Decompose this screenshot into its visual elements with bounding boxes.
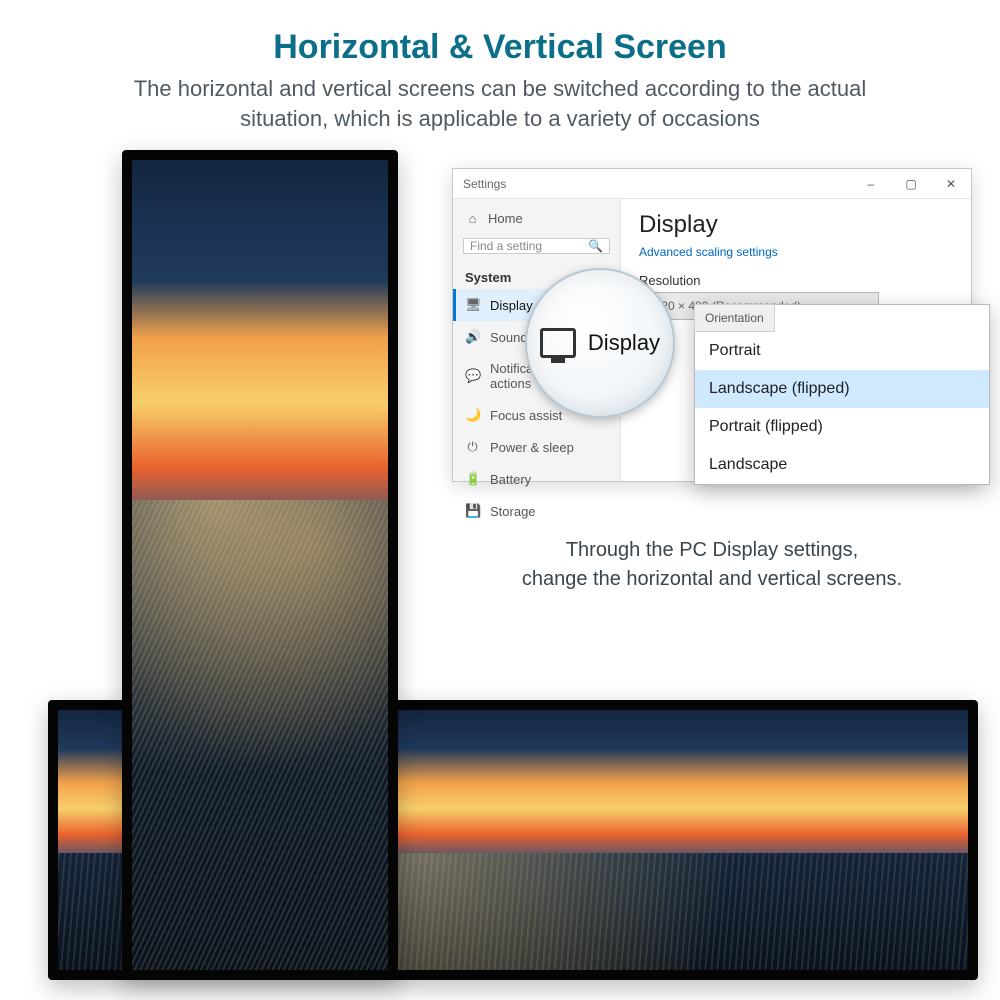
orientation-label: Orientation <box>694 304 775 332</box>
hero-title: Horizontal & Vertical Screen <box>0 28 1000 67</box>
sound-icon: 🔊 <box>465 329 480 345</box>
device-vertical <box>122 150 398 980</box>
sidebar-item-power-sleep[interactable]: ⏻ Power & sleep <box>453 431 620 463</box>
city-lights <box>132 500 388 970</box>
sidebar-item-label: Display <box>490 298 533 313</box>
sidebar-home[interactable]: ⌂ Home <box>453 205 620 232</box>
settings-search-placeholder: Find a setting <box>470 239 542 253</box>
settings-search-input[interactable]: Find a setting 🔍 <box>463 238 610 254</box>
sidebar-item-label: Power & sleep <box>490 440 574 455</box>
sidebar-item-storage[interactable]: 💾 Storage <box>453 495 620 527</box>
orientation-option-landscape-flipped[interactable]: Landscape (flipped) <box>695 370 989 408</box>
orientation-option-portrait-flipped[interactable]: Portrait (flipped) <box>695 408 989 446</box>
display-icon: 🖥 <box>465 297 480 313</box>
orientation-dropdown: Orientation Portrait Landscape (flipped)… <box>694 304 990 485</box>
sidebar-item-label: Battery <box>490 472 531 487</box>
notifications-icon: 💬 <box>465 368 480 384</box>
monitor-icon <box>540 328 576 358</box>
magnifier-label: Display <box>588 330 660 356</box>
content-heading: Display <box>639 211 953 239</box>
orientation-option-portrait[interactable]: Portrait <box>695 332 989 370</box>
settings-window-title: Settings <box>463 177 506 191</box>
search-icon: 🔍 <box>588 239 603 253</box>
orientation-option-landscape[interactable]: Landscape <box>695 446 989 484</box>
window-minimize-button[interactable]: – <box>851 169 891 199</box>
resolution-label: Resolution <box>639 273 953 288</box>
sidebar-item-label: Storage <box>490 504 536 519</box>
sidebar-item-label: Sound <box>490 330 528 345</box>
magnifier-bubble: Display <box>525 268 675 418</box>
hero-subtitle: The horizontal and vertical screens can … <box>110 74 890 133</box>
advanced-scaling-link[interactable]: Advanced scaling settings <box>639 245 953 259</box>
battery-icon: 🔋 <box>465 471 480 487</box>
power-icon: ⏻ <box>465 439 480 455</box>
storage-icon: 💾 <box>465 503 480 519</box>
caption-line1: Through the PC Display settings, <box>452 536 972 565</box>
sidebar-home-label: Home <box>488 211 523 226</box>
focus-assist-icon: 🌙 <box>465 407 480 423</box>
window-maximize-button[interactable]: ▢ <box>891 169 931 199</box>
caption-line2: change the horizontal and vertical scree… <box>452 565 972 594</box>
settings-titlebar: Settings – ▢ ✕ <box>453 169 971 199</box>
sidebar-item-battery[interactable]: 🔋 Battery <box>453 463 620 495</box>
caption: Through the PC Display settings, change … <box>452 536 972 594</box>
sidebar-item-label: Focus assist <box>490 408 562 423</box>
device-vertical-screen <box>132 160 388 970</box>
home-icon: ⌂ <box>465 211 480 226</box>
window-close-button[interactable]: ✕ <box>931 169 971 199</box>
